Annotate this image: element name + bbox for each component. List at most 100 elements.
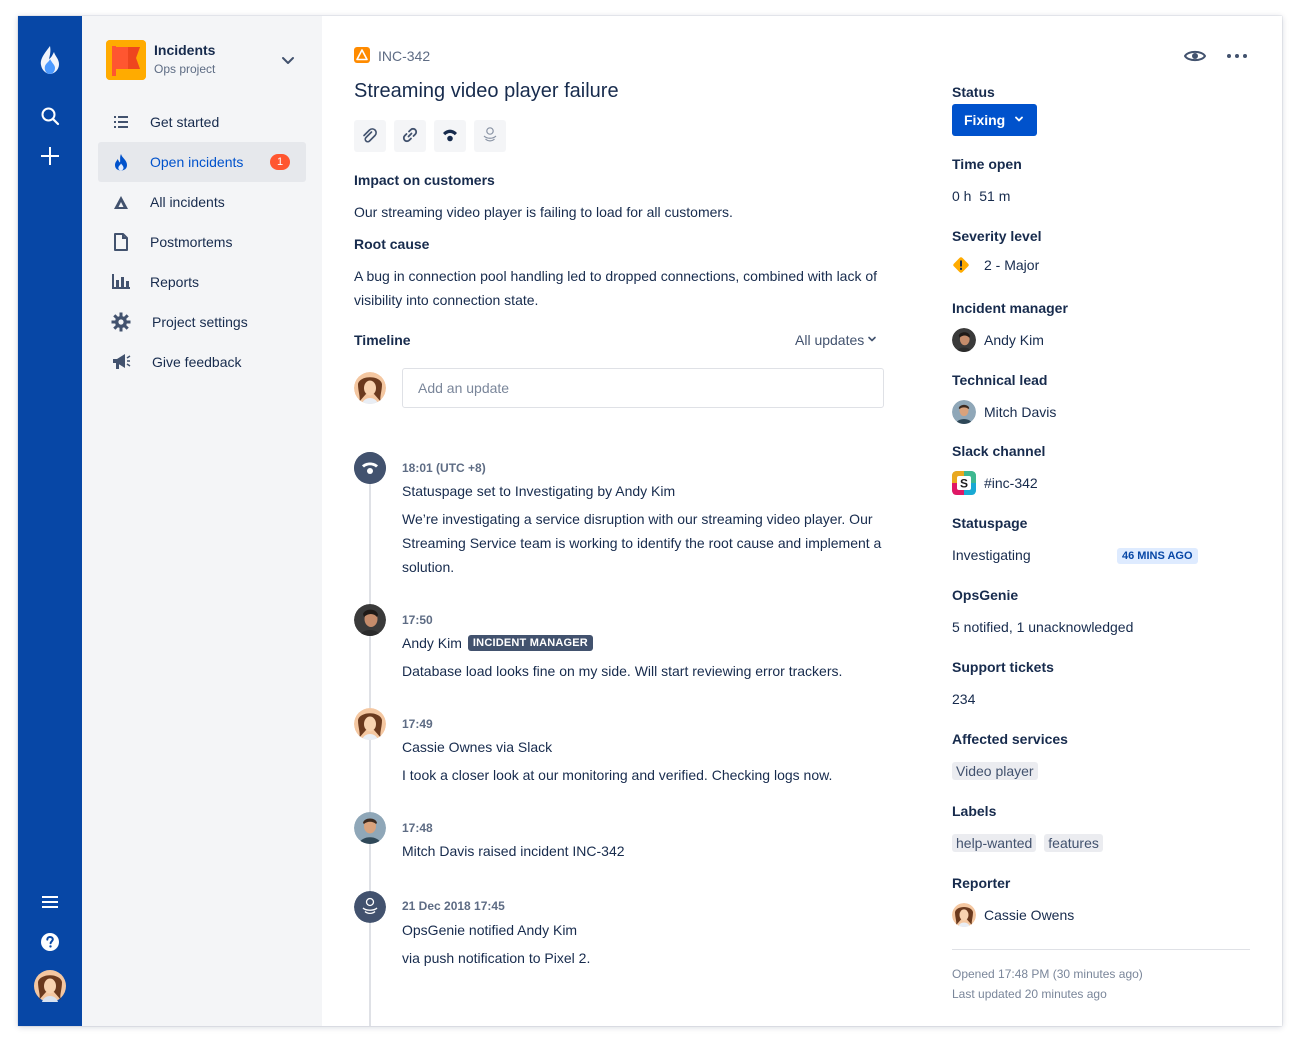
link-issue-button[interactable]	[394, 120, 426, 152]
label-tag[interactable]: features	[1044, 834, 1103, 852]
issue-key-link[interactable]: INC-342	[378, 48, 430, 64]
timeline-entry: 17:49 Cassie Ownes via Slack I took a cl…	[354, 708, 894, 788]
attach-button[interactable]	[354, 120, 386, 152]
technical-lead-label: Technical lead	[952, 372, 1048, 388]
issue-view: INC-342 Streaming video player failure I…	[322, 16, 1282, 1026]
sidebar-item-label: Get started	[150, 114, 220, 130]
timeline-entry-body: Database load looks fine on my side. Wil…	[402, 663, 843, 679]
breadcrumb: INC-342	[354, 46, 430, 66]
sidebar-item-all-incidents[interactable]: All incidents	[98, 182, 306, 222]
slack-channel-name: #inc-342	[984, 475, 1038, 491]
root-cause-heading: Root cause	[354, 236, 430, 252]
create-plus-icon[interactable]	[34, 140, 66, 172]
technical-lead-field[interactable]: Mitch Davis	[952, 400, 1056, 424]
flame-icon	[110, 152, 132, 172]
details-panel: Status Fixing Time open 0 h 51 m Severit…	[952, 16, 1252, 1026]
sidebar-item-get-started[interactable]: Get started	[98, 102, 306, 142]
impact-text[interactable]: Our streaming video player is failing to…	[354, 200, 884, 224]
timeline-entry: 18:01 (UTC +8) Statuspage set to Investi…	[354, 452, 894, 592]
issue-title[interactable]: Streaming video player failure	[354, 80, 619, 103]
statuspage-value[interactable]: Investigating	[952, 547, 1031, 563]
sidebar-item-give-feedback[interactable]: Give feedback	[98, 342, 306, 382]
list-icon	[110, 112, 132, 132]
global-nav	[18, 16, 82, 1026]
project-avatar	[106, 40, 146, 80]
severity-field[interactable]: 2 - Major	[952, 256, 1039, 274]
labels-label: Labels	[952, 803, 997, 819]
timeline-entry-title: Cassie Ownes via Slack	[402, 739, 553, 755]
svg-text:S: S	[960, 477, 968, 491]
chevron-down-icon	[866, 332, 878, 348]
bar-chart-icon	[110, 272, 132, 292]
reporter-label: Reporter	[952, 875, 1011, 891]
timeline-entry-author[interactable]: Andy Kim	[402, 635, 462, 651]
sidebar-item-reports[interactable]: Reports	[98, 262, 306, 302]
affected-services-field[interactable]: Video player	[952, 762, 1046, 780]
chevron-down-icon[interactable]	[278, 50, 298, 70]
sidebar-item-label: Open incidents	[150, 154, 244, 170]
support-tickets-label: Support tickets	[952, 659, 1054, 675]
cassie-owens-avatar	[952, 903, 976, 927]
reporter-name: Cassie Owens	[984, 907, 1075, 923]
opsgenie-icon	[481, 126, 499, 147]
paperclip-icon	[362, 127, 378, 146]
status-dropdown-button[interactable]: Fixing	[952, 104, 1038, 136]
status-value: Fixing	[964, 112, 1006, 128]
megaphone-icon	[110, 352, 132, 372]
app-switcher-menu-icon[interactable]	[34, 886, 66, 918]
help-icon[interactable]	[34, 926, 66, 958]
open-incidents-count-badge: 1	[270, 154, 290, 170]
product-logo-icon[interactable]	[34, 44, 66, 76]
timeline-entry-time: 17:49	[402, 717, 433, 731]
sidebar-item-label: Project settings	[152, 314, 248, 330]
add-update-input[interactable]	[402, 368, 884, 408]
mitch-davis-avatar	[354, 812, 386, 844]
warning-triangle-icon	[110, 192, 132, 212]
time-open-value: 0 h 51 m	[952, 188, 1011, 204]
impact-heading: Impact on customers	[354, 172, 495, 188]
incident-manager-field[interactable]: Andy Kim	[952, 328, 1044, 352]
reporter-field[interactable]: Cassie Owens	[952, 903, 1074, 927]
sidebar-item-postmortems[interactable]: Postmortems	[98, 222, 306, 262]
root-cause-text[interactable]: A bug in connection pool handling led to…	[354, 264, 884, 312]
technical-lead-name: Mitch Davis	[984, 404, 1057, 420]
statuspage-button[interactable]	[434, 120, 466, 152]
timeline-entry-title: Statuspage set to Investigating by Andy …	[402, 483, 676, 499]
slack-channel-field[interactable]: S #inc-342	[952, 471, 1038, 495]
timeline-heading: Timeline	[354, 332, 411, 348]
divider	[952, 949, 1250, 950]
sidebar-item-label: Reports	[150, 274, 200, 290]
status-label: Status	[952, 84, 995, 100]
sidebar-item-open-incidents[interactable]: Open incidents 1	[98, 142, 306, 182]
timeline-filter-label: All updates	[795, 332, 865, 348]
updated-timestamp: Last updated 20 minutes ago	[952, 987, 1107, 1001]
sidebar-item-label: All incidents	[150, 194, 225, 210]
current-user-avatar	[354, 372, 386, 404]
andy-kim-avatar	[354, 604, 386, 636]
project-switcher[interactable]: Incidents Ops project	[106, 40, 298, 80]
document-icon	[110, 232, 132, 252]
opsgenie-button[interactable]	[474, 120, 506, 152]
timeline-entry-title: Andy Kim INCIDENT MANAGER	[402, 635, 593, 651]
timeline-entry-title: OpsGenie notified Andy Kim	[402, 922, 578, 938]
app-window: Incidents Ops project Get started Open i…	[18, 16, 1282, 1026]
time-open-label: Time open	[952, 156, 1022, 172]
incident-type-icon	[354, 46, 370, 66]
user-avatar[interactable]	[34, 970, 66, 1002]
search-icon[interactable]	[34, 100, 66, 132]
sidebar-item-project-settings[interactable]: Project settings	[98, 302, 306, 342]
major-severity-icon	[952, 256, 970, 274]
opsgenie-value[interactable]: 5 notified, 1 unacknowledged	[952, 619, 1133, 635]
label-tag[interactable]: help-wanted	[952, 834, 1037, 852]
link-icon	[402, 127, 418, 146]
timeline-filter-dropdown[interactable]: All updates	[795, 332, 878, 348]
statuspage-updated-badge: 46 MINS AGO	[1117, 548, 1198, 564]
support-tickets-value[interactable]: 234	[952, 691, 975, 707]
service-tag[interactable]: Video player	[952, 762, 1038, 780]
statuspage-label: Statuspage	[952, 515, 1028, 531]
timeline-entry: 17:50 Andy Kim INCIDENT MANAGER Database…	[354, 604, 894, 684]
labels-field[interactable]: help-wanted features	[952, 834, 1111, 852]
severity-value: 2 - Major	[984, 257, 1040, 273]
severity-label: Severity level	[952, 228, 1042, 244]
slack-channel-label: Slack channel	[952, 443, 1046, 459]
